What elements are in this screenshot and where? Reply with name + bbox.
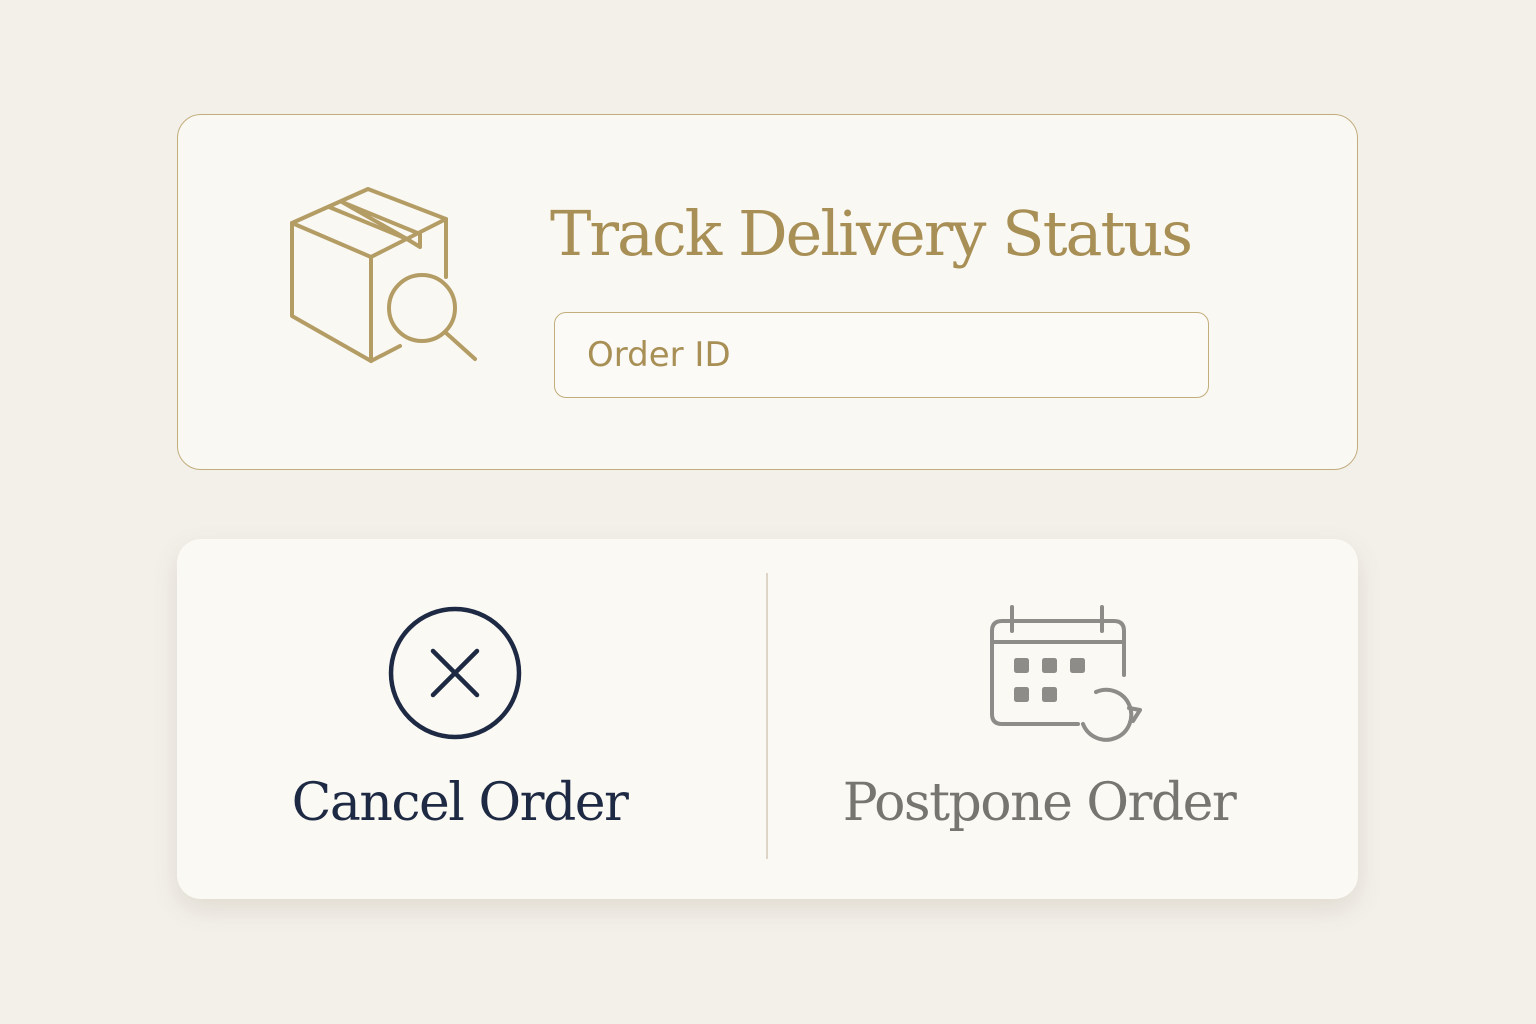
close-circle-icon [388,606,522,740]
cancel-order-button[interactable]: Cancel Order [177,539,766,899]
cancel-order-label: Cancel Order [291,773,629,833]
track-delivery-title: Track Delivery Status [550,197,1193,270]
order-id-input[interactable] [554,312,1209,398]
postpone-order-label: Postpone Order [842,773,1237,833]
package-search-icon [290,187,477,363]
order-actions-card: Cancel Order Postpone Order [177,539,1358,899]
calendar-reschedule-icon [990,605,1142,742]
track-delivery-card: Track Delivery Status [177,114,1358,470]
postpone-order-button[interactable]: Postpone Order [768,539,1358,899]
